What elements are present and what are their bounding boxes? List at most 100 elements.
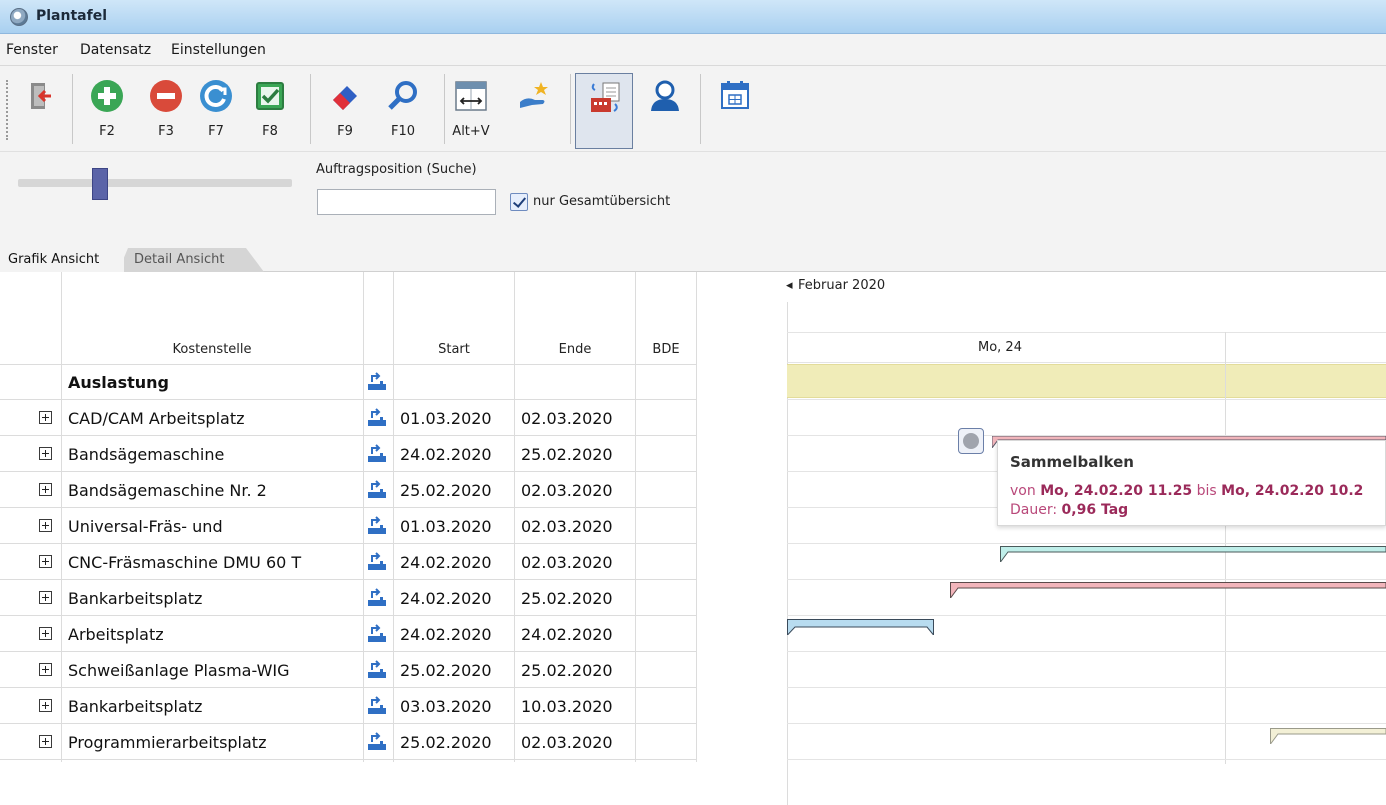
bar-tooltip: Sammelbalken von Mo, 24.02.20 11.25 bis … bbox=[997, 440, 1386, 526]
column-width-button-key: Alt+V bbox=[452, 124, 490, 139]
row-ende: 02.03.2020 bbox=[521, 733, 613, 752]
expand-icon[interactable] bbox=[39, 519, 52, 532]
row-kostenstelle: Bankarbeitsplatz bbox=[68, 589, 203, 608]
row-kostenstelle: Universal-Fräs- und bbox=[68, 517, 223, 536]
eraser-button[interactable]: F9 bbox=[318, 74, 372, 148]
exit-icon bbox=[31, 83, 51, 109]
expand-icon[interactable] bbox=[39, 591, 52, 604]
load-bar[interactable] bbox=[787, 364, 1386, 398]
zoom-slider-thumb[interactable] bbox=[92, 168, 108, 200]
expand-icon[interactable] bbox=[39, 699, 52, 712]
search-button[interactable]: F10 bbox=[376, 74, 430, 148]
add-button[interactable]: F2 bbox=[80, 74, 134, 148]
add-button-key: F2 bbox=[99, 124, 115, 139]
expand-icon[interactable] bbox=[39, 447, 52, 460]
row-ende: 25.02.2020 bbox=[521, 661, 613, 680]
row-start: 25.02.2020 bbox=[400, 661, 492, 680]
tab-grafik-ansicht[interactable]: Grafik Ansicht bbox=[0, 248, 124, 272]
user-icon bbox=[651, 80, 679, 111]
header-kostenstelle[interactable]: Kostenstelle bbox=[62, 342, 362, 357]
row-ende: 02.03.2020 bbox=[521, 409, 613, 428]
link-icon[interactable] bbox=[958, 428, 984, 454]
day-label: Mo, 24 bbox=[978, 340, 1022, 355]
expand-icon[interactable] bbox=[39, 627, 52, 640]
table-row[interactable]: Bankarbeitsplatz 24.02.2020 25.02.2020 bbox=[0, 580, 696, 616]
gantt-bar-rose[interactable] bbox=[950, 582, 1386, 598]
planning-board-button[interactable] bbox=[575, 73, 633, 149]
assign-icon[interactable] bbox=[366, 444, 388, 464]
assign-icon[interactable] bbox=[366, 372, 388, 392]
assign-icon[interactable] bbox=[366, 624, 388, 644]
user-button[interactable] bbox=[638, 74, 692, 148]
menu-datensatz[interactable]: Datensatz bbox=[80, 42, 151, 58]
assign-icon[interactable] bbox=[366, 660, 388, 680]
refresh-icon bbox=[200, 80, 232, 112]
expand-icon[interactable] bbox=[39, 735, 52, 748]
refresh-button[interactable]: F7 bbox=[189, 74, 243, 148]
title-bar: Plantafel bbox=[0, 0, 1386, 34]
expand-icon[interactable] bbox=[39, 555, 52, 568]
table-row[interactable]: CAD/CAM Arbeitsplatz 01.03.2020 02.03.20… bbox=[0, 400, 696, 436]
summary-label: Auslastung bbox=[68, 373, 169, 392]
expand-icon[interactable] bbox=[39, 663, 52, 676]
calendar-button[interactable] bbox=[708, 74, 762, 148]
planning-board-icon bbox=[591, 82, 620, 112]
remove-button[interactable]: F3 bbox=[139, 74, 193, 148]
table-row[interactable]: Arbeitsplatz 24.02.2020 24.02.2020 bbox=[0, 616, 696, 652]
hand-star-button[interactable] bbox=[508, 74, 562, 148]
month-label[interactable]: Februar 2020 bbox=[798, 278, 885, 293]
search-label: Auftragsposition (Suche) bbox=[316, 162, 477, 177]
timeline-line bbox=[787, 543, 1386, 544]
table-row[interactable]: Programmierarbeitsplatz 25.02.2020 02.03… bbox=[0, 724, 696, 760]
row-start: 24.02.2020 bbox=[400, 625, 492, 644]
header-start[interactable]: Start bbox=[394, 342, 514, 357]
header-bde[interactable]: BDE bbox=[636, 342, 696, 357]
view-tabs: Detail Ansicht Grafik Ansicht bbox=[0, 242, 1386, 272]
expand-icon[interactable] bbox=[39, 411, 52, 424]
zoom-slider-track[interactable] bbox=[18, 179, 292, 187]
gantt-bar-teal[interactable] bbox=[1000, 546, 1386, 562]
assign-icon[interactable] bbox=[366, 732, 388, 752]
toolbar-grip[interactable] bbox=[6, 80, 8, 140]
gesamtuebersicht-label[interactable]: nur Gesamtübersicht bbox=[533, 194, 670, 209]
assign-icon[interactable] bbox=[366, 408, 388, 428]
grid-line bbox=[696, 272, 697, 762]
table-row[interactable]: Schweißanlage Plasma-WIG 25.02.2020 25.0… bbox=[0, 652, 696, 688]
tab-detail-ansicht[interactable]: Detail Ansicht bbox=[118, 248, 264, 272]
assign-icon[interactable] bbox=[366, 480, 388, 500]
timeline-line bbox=[787, 362, 1386, 363]
column-width-button[interactable]: Alt+V bbox=[444, 74, 498, 148]
assign-icon[interactable] bbox=[366, 552, 388, 572]
search-input[interactable] bbox=[317, 189, 496, 215]
row-start: 25.02.2020 bbox=[400, 733, 492, 752]
assign-icon[interactable] bbox=[366, 696, 388, 716]
assign-icon[interactable] bbox=[366, 516, 388, 536]
row-start: 24.02.2020 bbox=[400, 553, 492, 572]
month-label-prefix[interactable]: ◂ bbox=[786, 278, 793, 293]
gantt-bar-blue[interactable] bbox=[787, 619, 934, 635]
header-ende[interactable]: Ende bbox=[515, 342, 635, 357]
table-row[interactable]: CNC-Fräsmaschine DMU 60 T 24.02.2020 02.… bbox=[0, 544, 696, 580]
expand-icon[interactable] bbox=[39, 483, 52, 496]
assign-icon[interactable] bbox=[366, 588, 388, 608]
remove-icon bbox=[150, 80, 182, 112]
table-row[interactable]: Bandsägemaschine Nr. 2 25.02.2020 02.03.… bbox=[0, 472, 696, 508]
gesamtuebersicht-checkbox[interactable] bbox=[510, 193, 528, 211]
table-row[interactable]: Universal-Fräs- und 01.03.2020 02.03.202… bbox=[0, 508, 696, 544]
row-ende: 02.03.2020 bbox=[521, 481, 613, 500]
column-width-icon bbox=[455, 81, 487, 111]
timeline-line bbox=[787, 687, 1386, 688]
table-row[interactable]: Bandsägemaschine 24.02.2020 25.02.2020 bbox=[0, 436, 696, 472]
summary-row[interactable]: Auslastung bbox=[0, 364, 696, 400]
check-button[interactable]: F8 bbox=[243, 74, 297, 148]
gantt-bar-beige[interactable] bbox=[1270, 728, 1386, 744]
timeline-line bbox=[787, 615, 1386, 616]
table-row[interactable]: Bankarbeitsplatz 03.03.2020 10.03.2020 bbox=[0, 688, 696, 724]
menu-einstellungen[interactable]: Einstellungen bbox=[171, 42, 266, 58]
exit-button[interactable] bbox=[12, 74, 66, 148]
row-ende: 25.02.2020 bbox=[521, 589, 613, 608]
window-title: Plantafel bbox=[36, 8, 107, 24]
gantt-timeline[interactable]: ◂ Februar 2020 Mo, 24 Sammelbalken von M… bbox=[700, 272, 1386, 805]
grid-line bbox=[0, 759, 696, 760]
menu-fenster[interactable]: Fenster bbox=[6, 42, 58, 58]
